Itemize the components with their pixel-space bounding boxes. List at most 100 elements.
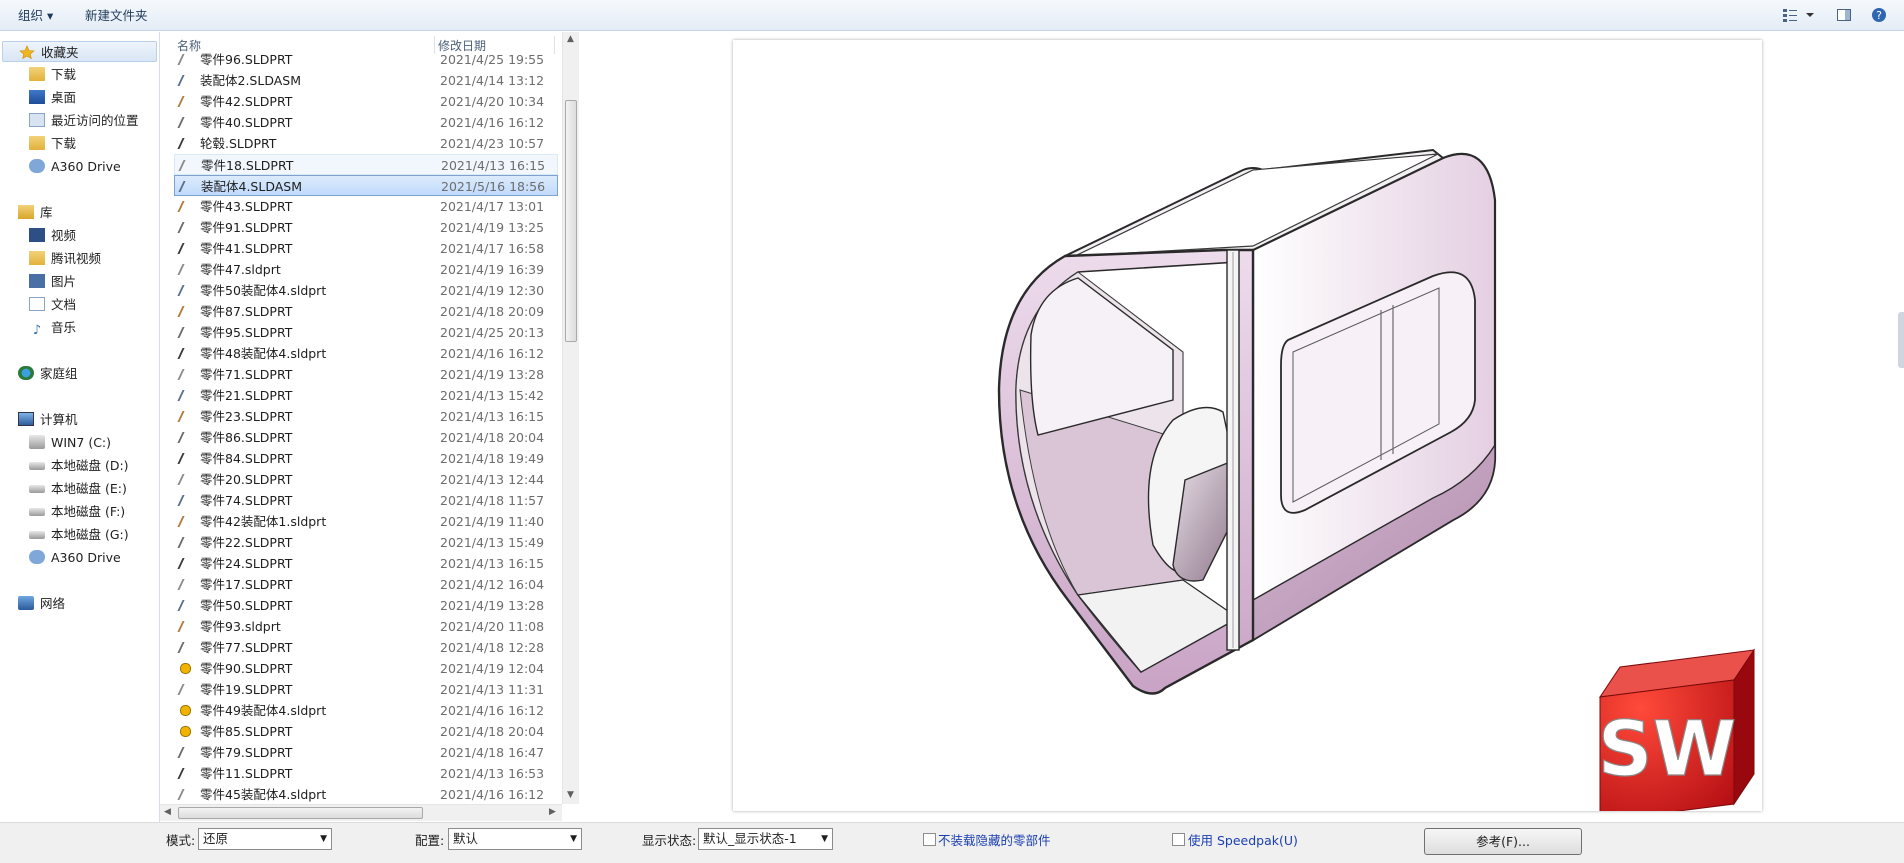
splitter-handle[interactable] [1898, 312, 1904, 368]
downloads-folder-icon [29, 67, 45, 81]
file-row[interactable]: 零件71.SLDPRT 2021/4/19 13:28 [174, 364, 558, 385]
hard-drive-icon [29, 508, 45, 516]
chevron-down-icon[interactable] [1802, 7, 1818, 23]
file-row[interactable]: 零件45装配体4.sldprt 2021/4/16 16:12 [174, 784, 558, 802]
file-row[interactable]: 零件42.SLDPRT 2021/4/20 10:34 [174, 91, 558, 112]
nav-item-drive-d[interactable]: 本地磁盘 (D:) [29, 455, 129, 476]
file-name: 零件50装配体4.sldprt [200, 283, 327, 298]
file-row[interactable]: 零件84.SLDPRT 2021/4/18 19:49 [174, 448, 558, 469]
vertical-scrollbar[interactable]: ▲ ▼ [562, 32, 579, 804]
hidden-parts-checkbox[interactable] [923, 833, 936, 846]
file-row[interactable]: 轮毂.SLDPRT 2021/4/23 10:57 [174, 133, 558, 154]
file-row[interactable]: 零件22.SLDPRT 2021/4/13 15:49 [174, 532, 558, 553]
nav-homegroup[interactable]: 家庭组 [18, 363, 78, 384]
nav-item-recent-places[interactable]: 最近访问的位置 [29, 110, 139, 131]
nav-item-music[interactable]: ♪ 音乐 [29, 317, 76, 338]
file-row[interactable]: 零件77.SLDPRT 2021/4/18 12:28 [174, 637, 558, 658]
chevron-down-icon: ▼ [320, 834, 327, 844]
file-row[interactable]: 零件11.SLDPRT 2021/4/13 16:53 [174, 763, 558, 784]
file-name: 零件48装配体4.sldprt [200, 346, 327, 361]
file-row[interactable]: 零件19.SLDPRT 2021/4/13 11:31 [174, 679, 558, 700]
file-row[interactable]: 零件24.SLDPRT 2021/4/13 16:15 [174, 553, 558, 574]
nav-item-drive-c[interactable]: WIN7 (C:) [29, 432, 111, 453]
scroll-thumb[interactable] [565, 100, 577, 342]
nav-favorites[interactable]: 收藏夹 [2, 41, 157, 62]
speedpak-checkbox[interactable] [1172, 833, 1185, 846]
scroll-up-arrow-icon[interactable]: ▲ [567, 34, 574, 44]
nav-libraries[interactable]: 库 [18, 202, 53, 223]
file-list: 名称 修改日期 零件96.SLDPRT 2021/4/25 19:55 装配体2.S… [172, 32, 560, 802]
nav-item-drive-g[interactable]: 本地磁盘 (G:) [29, 524, 129, 545]
view-options-icon[interactable] [1782, 7, 1798, 23]
file-row[interactable]: 零件18.SLDPRT 2021/4/13 16:15 [174, 154, 558, 175]
config-select[interactable]: 默认 ▼ [448, 828, 582, 850]
scroll-down-arrow-icon[interactable]: ▼ [567, 790, 574, 800]
mode-select[interactable]: 还原 ▼ [198, 828, 332, 850]
file-row[interactable]: 零件91.SLDPRT 2021/4/19 13:25 [174, 217, 558, 238]
part-file-icon [177, 117, 189, 128]
reference-button[interactable]: 参考(F)... [1424, 828, 1582, 855]
nav-item-downloads-2[interactable]: 下载 [29, 133, 76, 154]
file-row[interactable]: 零件50.SLDPRT 2021/4/19 13:28 [174, 595, 558, 616]
file-row[interactable]: 零件95.SLDPRT 2021/4/25 20:13 [174, 322, 558, 343]
nav-computer[interactable]: 计算机 [18, 409, 78, 430]
horizontal-scrollbar[interactable]: ◀ ▶ [160, 804, 562, 821]
file-date: 2021/4/18 20:04 [440, 430, 545, 445]
file-row[interactable]: 零件49装配体4.sldprt 2021/4/16 16:12 [174, 700, 558, 721]
file-row[interactable]: 零件20.SLDPRT 2021/4/13 12:44 [174, 469, 558, 490]
part-file-icon [177, 621, 189, 632]
file-row[interactable]: 零件21.SLDPRT 2021/4/13 15:42 [174, 385, 558, 406]
file-row[interactable]: 零件50装配体4.sldprt 2021/4/19 12:30 [174, 280, 558, 301]
file-date: 2021/4/25 20:13 [440, 325, 545, 340]
scroll-thumb[interactable] [178, 807, 423, 819]
nav-network[interactable]: 网络 [18, 593, 65, 614]
file-row[interactable]: 零件93.sldprt 2021/4/20 11:08 [174, 616, 558, 637]
preview-pane-icon[interactable] [1836, 7, 1852, 23]
file-row[interactable]: 零件47.sldprt 2021/4/19 16:39 [174, 259, 558, 280]
nav-item-downloads[interactable]: 下载 [29, 64, 76, 85]
hidden-parts-label[interactable]: 不装载隐藏的零部件 [938, 830, 1051, 849]
organize-button[interactable]: 组织 ▾ [18, 7, 53, 25]
network-icon [18, 596, 34, 610]
file-row[interactable]: 零件90.SLDPRT 2021/4/19 12:04 [174, 658, 558, 679]
file-row[interactable]: 零件17.SLDPRT 2021/4/12 16:04 [174, 574, 558, 595]
nav-label: A360 Drive [51, 159, 121, 174]
nav-item-documents[interactable]: 文档 [29, 294, 76, 315]
nav-item-tencent-video[interactable]: 腾讯视频 [29, 248, 101, 269]
file-row[interactable]: 零件74.SLDPRT 2021/4/18 11:57 [174, 490, 558, 511]
file-row[interactable]: 零件79.SLDPRT 2021/4/18 16:47 [174, 742, 558, 763]
open-options-bar: 模式: 还原 ▼ 配置: 默认 ▼ 显示状态: 默认_显示状态-1 ▼ 不装载隐藏的零… [0, 822, 1904, 863]
part-file-icon [177, 54, 189, 65]
file-row[interactable]: 零件85.SLDPRT 2021/4/18 20:04 [174, 721, 558, 742]
scroll-left-arrow-icon[interactable]: ◀ [164, 807, 171, 817]
nav-label: 网络 [40, 596, 66, 611]
file-row[interactable]: 零件86.SLDPRT 2021/4/18 20:04 [174, 427, 558, 448]
file-name: 零件71.SLDPRT [200, 367, 293, 382]
file-row[interactable]: 零件42装配体1.sldprt 2021/4/19 11:40 [174, 511, 558, 532]
file-row[interactable]: 零件23.SLDPRT 2021/4/13 16:15 [174, 406, 558, 427]
nav-item-a360-drive-2[interactable]: A360 Drive [29, 547, 121, 568]
nav-item-pictures[interactable]: 图片 [29, 271, 76, 292]
part-file-icon [177, 390, 189, 401]
nav-item-a360-drive[interactable]: A360 Drive [29, 156, 121, 177]
nav-item-videos[interactable]: 视频 [29, 225, 76, 246]
file-row[interactable]: 零件43.SLDPRT 2021/4/17 13:01 [174, 196, 558, 217]
new-folder-button[interactable]: 新建文件夹 [85, 7, 148, 25]
file-row[interactable]: 装配体2.SLDASM 2021/4/14 13:12 [174, 70, 558, 91]
file-row[interactable]: 零件41.SLDPRT 2021/4/17 16:58 [174, 238, 558, 259]
nav-item-drive-f[interactable]: 本地磁盘 (F:) [29, 501, 125, 522]
speedpak-label[interactable]: 使用 Speedpak(U) [1188, 830, 1298, 849]
scroll-right-arrow-icon[interactable]: ▶ [549, 807, 556, 817]
file-row[interactable]: 零件96.SLDPRT 2021/4/25 19:55 [174, 49, 558, 70]
part-file-icon [177, 327, 189, 338]
help-icon[interactable]: ? [1871, 7, 1887, 23]
nav-item-desktop[interactable]: 桌面 [29, 87, 76, 108]
nav-item-drive-e[interactable]: 本地磁盘 (E:) [29, 478, 127, 499]
file-row[interactable]: 零件48装配体4.sldprt 2021/4/16 16:12 [174, 343, 558, 364]
file-row[interactable]: 零件40.SLDPRT 2021/4/16 16:12 [174, 112, 558, 133]
file-row[interactable]: 装配体4.SLDASM 2021/5/16 18:56 [174, 175, 558, 196]
file-row[interactable]: 零件87.SLDPRT 2021/4/18 20:09 [174, 301, 558, 322]
nav-label: 本地磁盘 (E:) [51, 481, 127, 496]
display-state-select[interactable]: 默认_显示状态-1 ▼ [698, 828, 833, 850]
file-name: 零件42装配体1.sldprt [200, 514, 327, 529]
